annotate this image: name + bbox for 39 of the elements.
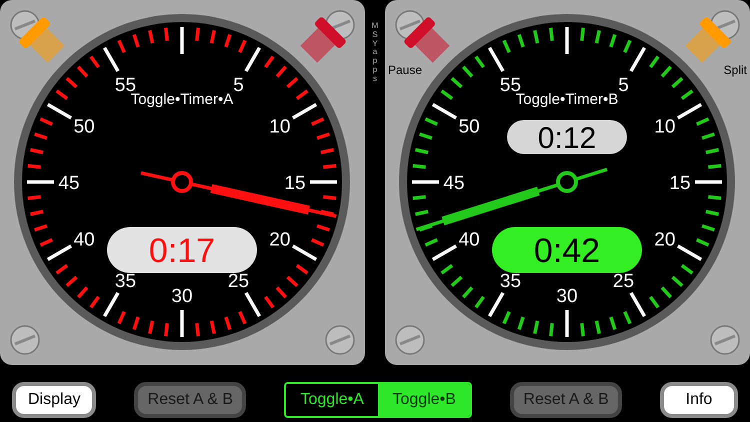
dial-number: 5 bbox=[618, 75, 629, 96]
dial-number: 30 bbox=[556, 286, 578, 307]
dial-title: Toggle•Timer•A bbox=[130, 91, 234, 108]
screw-icon bbox=[10, 325, 40, 355]
knob-icon[interactable] bbox=[300, 16, 347, 63]
knob-label: Split bbox=[724, 63, 747, 77]
knob-icon[interactable] bbox=[18, 16, 65, 63]
dial-number: 30 bbox=[171, 286, 193, 307]
timer-readout: 0:17 bbox=[107, 227, 257, 273]
dial-number: 5 bbox=[233, 75, 244, 96]
dial-number: 50 bbox=[458, 116, 480, 138]
knob-icon[interactable] bbox=[685, 16, 732, 63]
timer-readout: 0:42 bbox=[492, 227, 642, 273]
dial-number: 10 bbox=[269, 116, 290, 138]
dial-number: 25 bbox=[612, 270, 634, 292]
dial-number: 50 bbox=[74, 116, 95, 138]
knob-label: Pause bbox=[388, 63, 422, 77]
dial-number: 15 bbox=[284, 173, 306, 194]
dial-number: 45 bbox=[58, 173, 80, 194]
dial-number: 35 bbox=[114, 270, 136, 292]
screw-icon bbox=[710, 325, 740, 355]
dial-number: 20 bbox=[269, 230, 290, 250]
toggle-segment[interactable]: Toggle•B bbox=[378, 384, 470, 416]
dial-number: 35 bbox=[500, 270, 522, 292]
dial-number: 25 bbox=[228, 270, 250, 292]
dial-number: 20 bbox=[654, 230, 676, 250]
dial-number: 45 bbox=[443, 173, 465, 194]
dial-number: 40 bbox=[74, 230, 95, 250]
timer-readout: 0:12 bbox=[507, 120, 627, 155]
dial-number: 10 bbox=[654, 116, 676, 138]
bar-button[interactable]: Info bbox=[660, 382, 738, 418]
dial-number: 40 bbox=[458, 230, 480, 250]
screw-icon bbox=[325, 325, 355, 355]
screw-icon bbox=[395, 325, 425, 355]
dial-title: Toggle•Timer•B bbox=[516, 91, 618, 108]
brand-text: MSYapps bbox=[371, 22, 379, 85]
knob-icon[interactable] bbox=[403, 16, 450, 63]
bar-button[interactable]: Display bbox=[12, 382, 96, 418]
dial-number: 15 bbox=[669, 173, 691, 194]
